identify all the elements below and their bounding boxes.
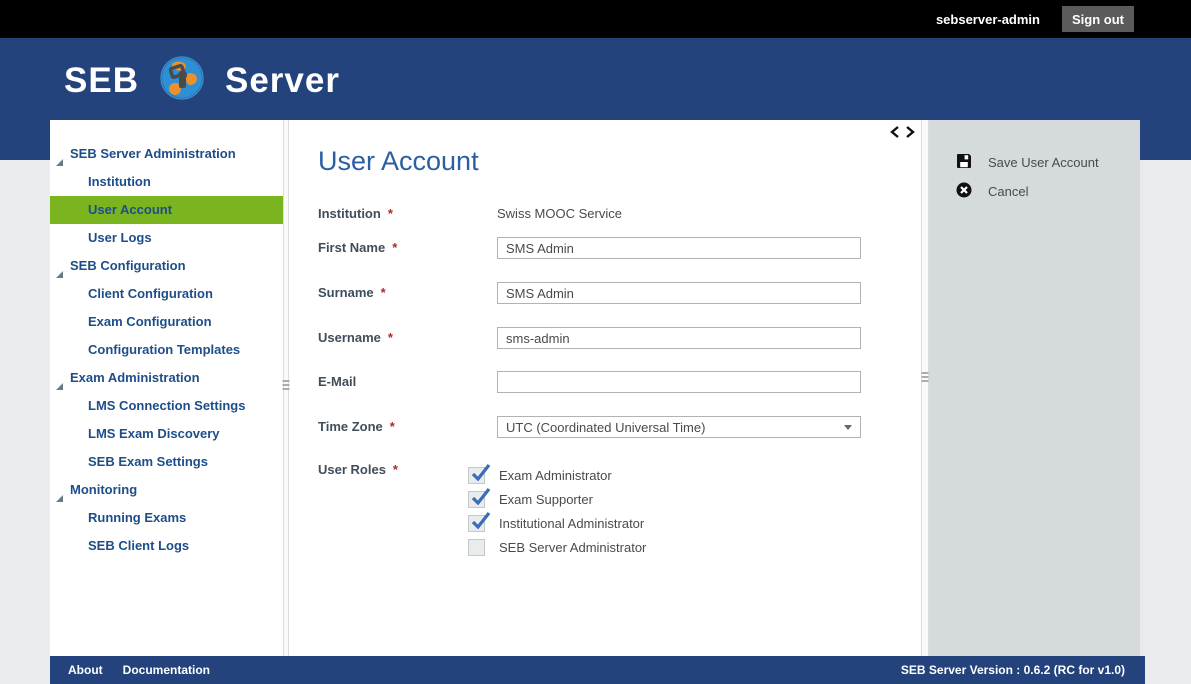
timezone-selected-value: UTC (Coordinated Universal Time) <box>506 420 705 435</box>
splitter-grip-icon <box>283 378 290 392</box>
first-name-field[interactable] <box>497 237 861 259</box>
chevron-left-icon[interactable] <box>890 125 900 143</box>
logo-text-server: Server <box>225 61 340 101</box>
sidebar-item-exam-administration[interactable]: Exam Administration <box>50 364 283 392</box>
tree-expand-icon[interactable] <box>55 373 64 382</box>
required-marker: * <box>388 330 393 345</box>
timezone-select[interactable]: UTC (Coordinated Universal Time) <box>497 416 861 438</box>
sidebar-item-seb-exam-settings[interactable]: SEB Exam Settings <box>50 448 283 476</box>
save-disk-icon <box>956 153 972 172</box>
sidebar-item-label: SEB Client Logs <box>88 532 189 560</box>
top-bar: sebserver-admin Sign out <box>0 0 1191 38</box>
first-name-label: First Name* <box>318 240 468 255</box>
role-institutional-administrator[interactable]: Institutional Administrator <box>468 511 644 535</box>
version-text: SEB Server Version : 0.6.2 (RC for v1.0) <box>901 663 1125 677</box>
cancel-circle-x-icon <box>956 182 972 201</box>
role-exam-administrator[interactable]: Exam Administrator <box>468 463 612 487</box>
surname-label: Surname* <box>318 285 468 300</box>
role-label: SEB Server Administrator <box>499 540 646 555</box>
sidebar-item-label: LMS Connection Settings <box>88 392 245 420</box>
sidebar-item-label: Configuration Templates <box>88 336 240 364</box>
timezone-label: Time Zone* <box>318 419 468 434</box>
role-label: Institutional Administrator <box>499 516 644 531</box>
institution-value: Swiss MOOC Service <box>497 206 622 221</box>
action-label: Save User Account <box>988 155 1099 170</box>
role-seb-server-administrator[interactable]: SEB Server Administrator <box>468 535 646 559</box>
cancel-button[interactable]: Cancel <box>929 177 1140 206</box>
sidebar-item-lms-connection-settings[interactable]: LMS Connection Settings <box>50 392 283 420</box>
tree-expand-icon[interactable] <box>55 485 64 494</box>
pager-control <box>890 125 915 143</box>
checkbox-icon[interactable] <box>468 515 485 532</box>
sidebar-item-label: SEB Configuration <box>70 252 186 280</box>
logo-text-seb: SEB <box>64 61 139 101</box>
sidebar-item-user-logs[interactable]: User Logs <box>50 224 283 252</box>
main-content-pane: User Account Institution* Swiss MOOC Ser… <box>289 120 921 656</box>
sidebar-item-lms-exam-discovery[interactable]: LMS Exam Discovery <box>50 420 283 448</box>
save-user-account-button[interactable]: Save User Account <box>929 148 1140 177</box>
sidebar-item-label: Running Exams <box>88 504 186 532</box>
sidebar-item-institution[interactable]: Institution <box>50 168 283 196</box>
sign-out-button[interactable]: Sign out <box>1062 6 1134 32</box>
action-label: Cancel <box>988 184 1028 199</box>
sidebar-navigation: SEB Server Administration Institution Us… <box>50 120 283 656</box>
sidebar-item-seb-client-logs[interactable]: SEB Client Logs <box>50 532 283 560</box>
username-field[interactable] <box>497 327 861 349</box>
checkbox-icon[interactable] <box>468 467 485 484</box>
checkbox-icon[interactable] <box>468 491 485 508</box>
sidebar-item-label: Exam Configuration <box>88 308 212 336</box>
required-marker: * <box>381 285 386 300</box>
footer-bar: About Documentation SEB Server Version :… <box>50 656 1145 684</box>
sidebar-item-running-exams[interactable]: Running Exams <box>50 504 283 532</box>
role-label: Exam Supporter <box>499 492 593 507</box>
sidebar-content-splitter[interactable] <box>283 120 289 656</box>
email-label: E-Mail <box>318 374 468 389</box>
sidebar-item-seb-server-administration[interactable]: SEB Server Administration <box>50 140 283 168</box>
sidebar-item-label: User Logs <box>88 224 152 252</box>
chevron-right-icon[interactable] <box>905 125 915 143</box>
action-pane: Save User Account Cancel <box>929 120 1140 656</box>
user-roles-label: User Roles* <box>318 462 468 477</box>
required-marker: * <box>392 240 397 255</box>
surname-field[interactable] <box>497 282 861 304</box>
sidebar-item-user-account[interactable]: User Account <box>50 196 283 224</box>
sidebar-item-label: Institution <box>88 168 151 196</box>
splitter-grip-icon <box>922 370 929 384</box>
institution-label: Institution* <box>318 206 468 221</box>
role-exam-supporter[interactable]: Exam Supporter <box>468 487 593 511</box>
sidebar-item-label: User Account <box>88 196 172 224</box>
required-marker: * <box>388 206 393 221</box>
role-label: Exam Administrator <box>499 468 612 483</box>
sidebar-item-label: SEB Exam Settings <box>88 448 208 476</box>
required-marker: * <box>393 462 398 477</box>
required-marker: * <box>390 419 395 434</box>
sidebar-item-label: SEB Server Administration <box>70 140 236 168</box>
checkbox-icon[interactable] <box>468 539 485 556</box>
about-link[interactable]: About <box>68 663 103 677</box>
email-field[interactable] <box>497 371 861 393</box>
tree-expand-icon[interactable] <box>55 261 64 270</box>
page-title: User Account <box>318 146 479 177</box>
sidebar-item-label: Monitoring <box>70 476 137 504</box>
sidebar-item-monitoring[interactable]: Monitoring <box>50 476 283 504</box>
sidebar-item-label: Exam Administration <box>70 364 200 392</box>
globe-lock-icon <box>159 55 205 106</box>
content-actions-splitter[interactable] <box>921 120 929 656</box>
username-label: Username* <box>318 330 468 345</box>
dropdown-arrow-icon <box>844 425 852 430</box>
sidebar-item-label: Client Configuration <box>88 280 213 308</box>
app-logo: SEB Server <box>64 55 340 106</box>
tree-expand-icon[interactable] <box>55 149 64 158</box>
logged-in-username: sebserver-admin <box>936 12 1040 27</box>
sidebar-item-client-configuration[interactable]: Client Configuration <box>50 280 283 308</box>
sidebar-item-exam-configuration[interactable]: Exam Configuration <box>50 308 283 336</box>
sidebar-item-seb-configuration[interactable]: SEB Configuration <box>50 252 283 280</box>
sidebar-item-configuration-templates[interactable]: Configuration Templates <box>50 336 283 364</box>
documentation-link[interactable]: Documentation <box>123 663 210 677</box>
sidebar-item-label: LMS Exam Discovery <box>88 420 220 448</box>
